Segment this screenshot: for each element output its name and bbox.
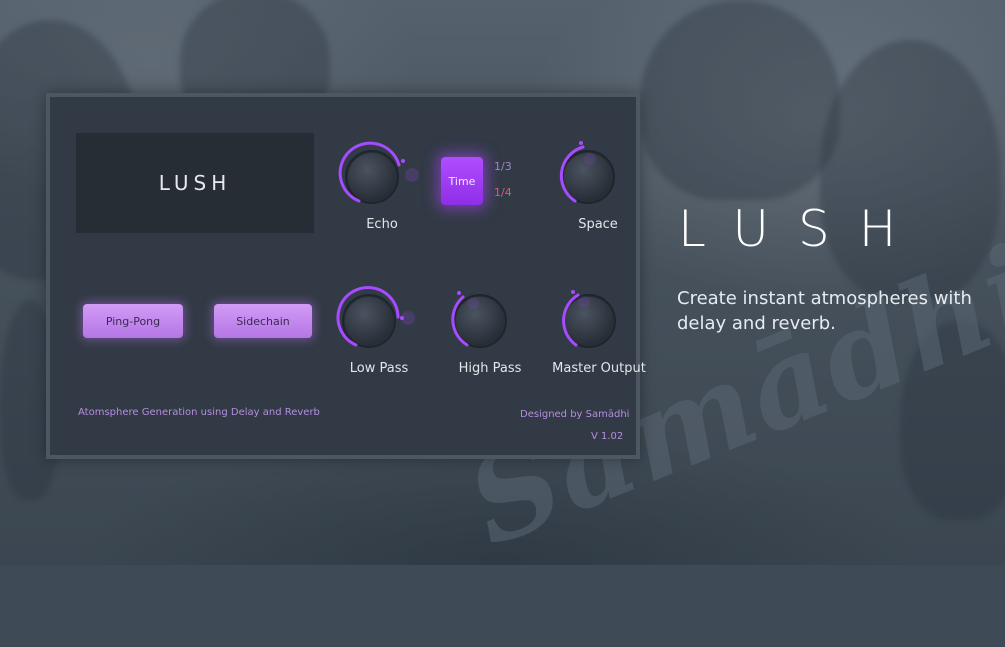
knob-dial-icon <box>562 290 616 348</box>
sidechain-button[interactable]: Sidechain <box>214 304 312 338</box>
bg-tree <box>640 0 840 200</box>
high-pass-knob[interactable]: High Pass <box>445 285 535 385</box>
space-label: Space <box>578 217 618 232</box>
master-output-label: Master Output <box>552 361 646 376</box>
knob-dial-icon <box>338 141 419 204</box>
time-option-1-4[interactable]: 1/4 <box>494 186 512 199</box>
ping-pong-button[interactable]: Ping-Pong <box>83 304 183 338</box>
version-label: V 1.02 <box>591 431 624 442</box>
master-output-knob[interactable]: Master Output <box>552 285 646 385</box>
plugin-panel: LUSH Echo Time 1/3 1/4 Space Ping-Pong S… <box>46 93 646 459</box>
plugin-display-title: LUSH <box>76 133 314 233</box>
plugin-tagline: Atomsphere Generation using Delay and Re… <box>78 407 320 418</box>
knob-dial-icon <box>559 141 615 204</box>
echo-knob[interactable]: Echo <box>337 141 427 241</box>
knob-dial-icon <box>336 286 415 348</box>
knob-dial-icon <box>451 291 507 348</box>
time-button[interactable]: Time <box>441 157 483 205</box>
low-pass-knob[interactable]: Low Pass <box>334 285 424 385</box>
space-knob[interactable]: Space <box>553 141 643 241</box>
hero-description: Create instant atmospheres with delay an… <box>677 288 972 334</box>
designer-credit: Designed by Samādhi <box>520 409 630 420</box>
echo-label: Echo <box>366 217 398 232</box>
hero-title: LUSH <box>678 200 926 258</box>
time-option-1-3[interactable]: 1/3 <box>494 160 512 173</box>
